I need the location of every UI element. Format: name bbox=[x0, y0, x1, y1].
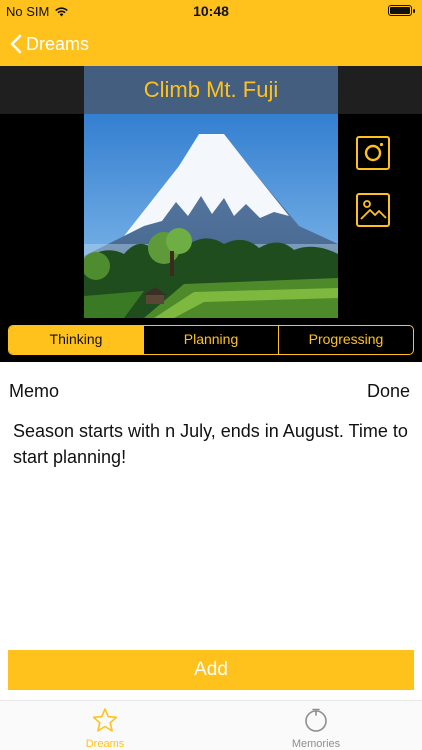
status-bar: No SIM 10:48 bbox=[0, 0, 422, 22]
segment-progressing[interactable]: Progressing bbox=[278, 326, 413, 354]
tab-memories-label: Memories bbox=[291, 738, 341, 750]
status-segmented-control: Thinking Planning Progressing bbox=[8, 325, 414, 355]
camera-button[interactable] bbox=[356, 136, 390, 170]
tab-bar: Dreams Memories bbox=[0, 700, 422, 750]
dream-photo[interactable]: Climb Mt. Fuji bbox=[84, 66, 338, 318]
camera-icon bbox=[364, 142, 384, 162]
done-button[interactable]: Done bbox=[367, 381, 410, 402]
memo-textarea[interactable]: Season starts with n July, ends in Augus… bbox=[13, 418, 409, 470]
back-button-label: Dreams bbox=[26, 33, 90, 54]
add-button[interactable]: Add bbox=[8, 650, 414, 690]
image-gallery-icon bbox=[360, 200, 387, 220]
gallery-button[interactable] bbox=[356, 193, 390, 227]
memo-label: Memo bbox=[9, 381, 60, 401]
timer-icon bbox=[305, 708, 327, 732]
segment-thinking[interactable]: Thinking bbox=[9, 326, 143, 354]
back-button[interactable]: Dreams bbox=[10, 31, 89, 57]
segment-planning[interactable]: Planning bbox=[143, 326, 278, 354]
battery-icon bbox=[388, 5, 415, 16]
star-icon bbox=[92, 708, 118, 732]
dream-header: Climb Mt. Fuji bbox=[0, 66, 422, 362]
top-bar: No SIM 10:48 Dreams bbox=[0, 0, 422, 66]
dream-title: Climb Mt. Fuji bbox=[84, 66, 338, 114]
tab-dreams-label: Dreams bbox=[85, 738, 125, 750]
clock: 10:48 bbox=[193, 3, 229, 19]
tab-dreams[interactable]: Dreams bbox=[60, 707, 150, 750]
tab-memories[interactable]: Memories bbox=[271, 707, 361, 750]
chevron-left-icon bbox=[10, 34, 22, 54]
